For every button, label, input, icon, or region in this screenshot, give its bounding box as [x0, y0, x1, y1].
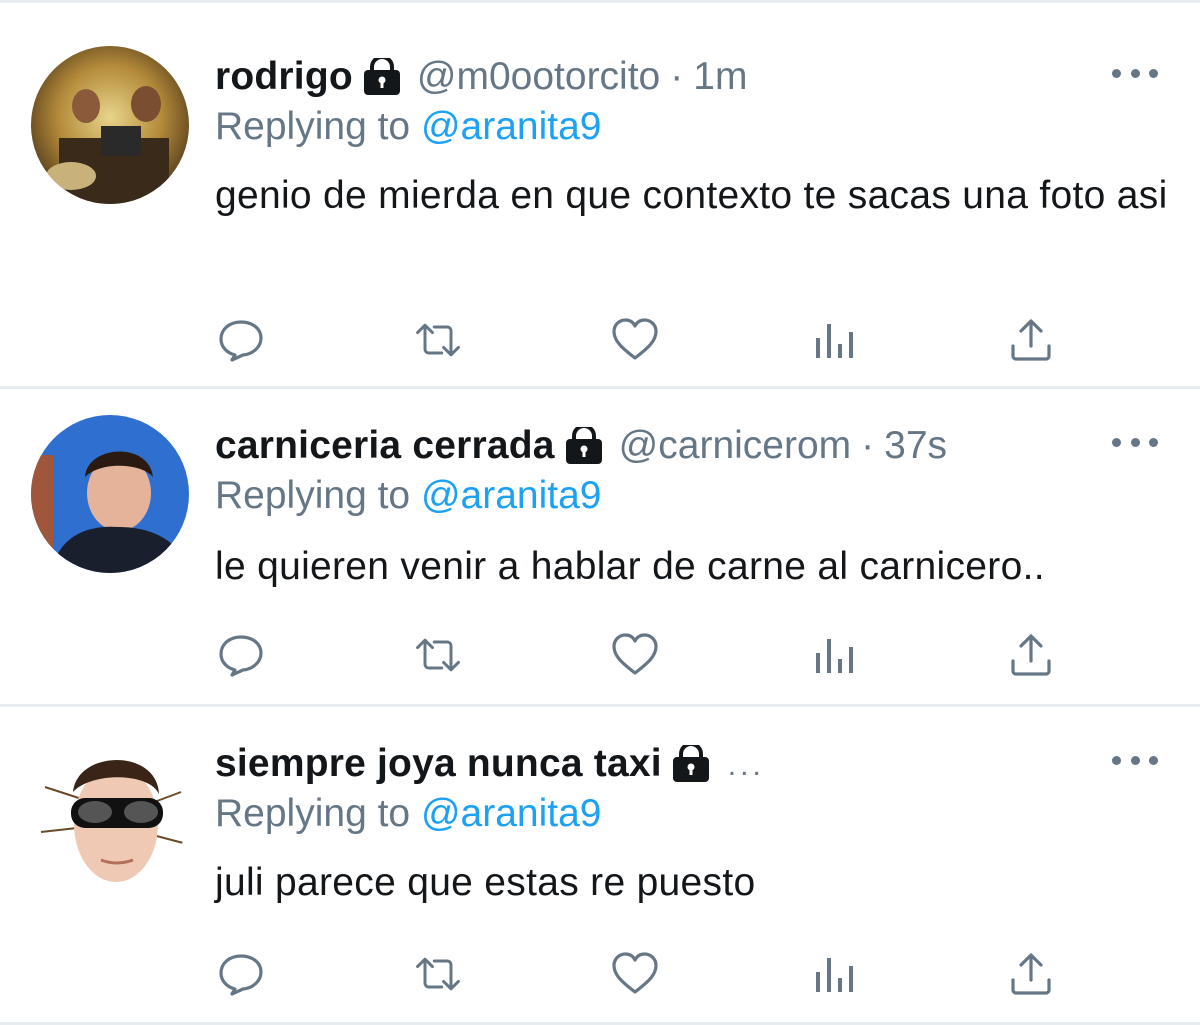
analytics-icon[interactable]: [809, 949, 861, 999]
like-icon[interactable]: [609, 315, 661, 365]
reply-icon[interactable]: [215, 315, 267, 365]
share-icon[interactable]: [1005, 949, 1057, 999]
more-options-icon[interactable]: [1112, 750, 1158, 770]
replying-label: Replying to: [215, 474, 411, 517]
tweet-header: siempre joya nunca taxi ...: [215, 739, 765, 789]
action-bar: [215, 630, 1065, 680]
lock-icon: [363, 55, 401, 96]
separator-dot: ·: [861, 424, 875, 467]
retweet-icon[interactable]: [412, 630, 464, 680]
avatar[interactable]: [31, 415, 189, 573]
replying-to: Replying to @aranita9: [215, 102, 602, 152]
analytics-icon[interactable]: [809, 630, 861, 680]
replying-label: Replying to: [215, 792, 411, 835]
action-bar: [215, 949, 1065, 999]
action-bar: [215, 315, 1065, 365]
tweet-text: genio de mierda en que contexto te sacas…: [215, 174, 1168, 217]
tweet-text: juli parece que estas re puesto: [215, 861, 756, 904]
reply-tweet[interactable]: carniceria cerrada @carnicerom · 37s Rep…: [0, 389, 1200, 705]
replying-to: Replying to @aranita9: [215, 471, 602, 521]
handle[interactable]: @m0ootorcito: [417, 52, 660, 102]
tweet-header: rodrigo @m0ootorcito · 1m: [215, 52, 747, 102]
retweet-icon[interactable]: [412, 949, 464, 999]
share-icon[interactable]: [1005, 630, 1057, 680]
like-icon[interactable]: [609, 630, 661, 680]
avatar[interactable]: [31, 46, 189, 204]
share-icon[interactable]: [1005, 315, 1057, 365]
timestamp[interactable]: 1m: [693, 52, 747, 102]
mention-link[interactable]: @aranita9: [421, 792, 602, 835]
display-name[interactable]: rodrigo: [215, 52, 353, 102]
lock-icon: [672, 742, 710, 783]
like-icon[interactable]: [609, 949, 661, 999]
more-options-icon[interactable]: [1112, 63, 1158, 83]
tweet-header: carniceria cerrada @carnicerom · 37s: [215, 421, 947, 471]
more-options-icon[interactable]: [1112, 432, 1158, 452]
replying-to: Replying to @aranita9: [215, 789, 602, 839]
avatar[interactable]: [31, 732, 189, 890]
mention-link[interactable]: @aranita9: [421, 474, 602, 517]
replies-feed: rodrigo @m0ootorcito · 1m Replying to @a…: [0, 0, 1200, 1025]
separator-dot: ·: [670, 55, 684, 98]
display-name[interactable]: carniceria cerrada: [215, 421, 555, 471]
analytics-icon[interactable]: [809, 315, 861, 365]
tweet-text: le quieren venir a hablar de carne al ca…: [215, 545, 1045, 588]
lock-icon: [565, 424, 603, 465]
reply-icon[interactable]: [215, 630, 267, 680]
handle[interactable]: @carnicerom: [619, 421, 851, 471]
timestamp[interactable]: 37s: [884, 421, 947, 471]
replying-label: Replying to: [215, 105, 411, 148]
truncation-ellipsis: ...: [727, 749, 765, 782]
display-name[interactable]: siempre joya nunca taxi: [215, 739, 662, 789]
reply-tweet[interactable]: rodrigo @m0ootorcito · 1m Replying to @a…: [0, 0, 1200, 388]
reply-tweet[interactable]: siempre joya nunca taxi ... Replying to …: [0, 707, 1200, 1025]
mention-link[interactable]: @aranita9: [421, 105, 602, 148]
reply-icon[interactable]: [215, 949, 267, 999]
retweet-icon[interactable]: [412, 315, 464, 365]
